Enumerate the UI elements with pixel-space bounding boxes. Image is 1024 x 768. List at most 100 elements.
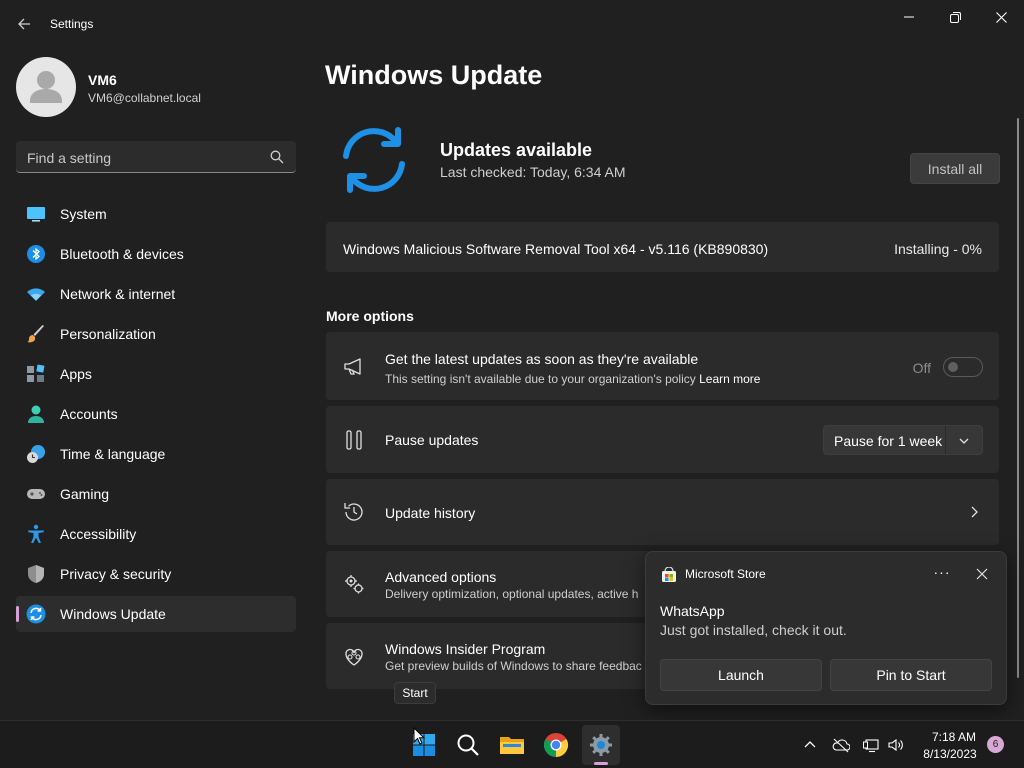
insider-program-sub: Get preview builds of Windows to share f… <box>385 659 642 673</box>
notification-badge[interactable]: 6 <box>987 736 1004 753</box>
search-taskbar-button[interactable] <box>452 729 484 761</box>
person-icon <box>30 71 62 103</box>
pause-updates-title: Pause updates <box>385 432 479 448</box>
gear-icon <box>590 734 612 756</box>
search-icon <box>457 734 479 756</box>
sidebar-item-personalization[interactable]: Personalization <box>16 316 296 352</box>
chevron-up-icon[interactable] <box>801 737 819 753</box>
toast-notification: Microsoft Store ··· WhatsApp Just got in… <box>645 551 1007 705</box>
onedrive-offline-icon[interactable] <box>832 737 850 753</box>
toggle-state-label: Off <box>912 360 931 376</box>
install-all-button[interactable]: Install all <box>910 153 1000 184</box>
toast-title: WhatsApp <box>660 603 725 619</box>
search-input[interactable]: Find a setting <box>16 141 296 173</box>
sidebar-item-label: Privacy & security <box>60 566 172 582</box>
insider-hearts-icon <box>345 648 363 666</box>
volume-icon[interactable] <box>887 737 905 753</box>
start-tooltip: Start <box>394 682 436 704</box>
user-name: VM6 <box>88 72 117 88</box>
sidebar-item-privacy[interactable]: Privacy & security <box>16 556 296 592</box>
clock-globe-icon <box>27 445 45 463</box>
clock-date[interactable]: 8/13/2023 <box>918 747 982 761</box>
network-wired-icon[interactable] <box>863 737 881 753</box>
toggle-knob <box>948 362 958 372</box>
toast-more-button[interactable]: ··· <box>930 564 954 584</box>
title-bar: Settings <box>0 0 1024 48</box>
accounts-icon <box>28 405 44 423</box>
taskbar: 7:18 AM 8/13/2023 6 <box>0 720 1024 768</box>
sidebar-item-label: Windows Update <box>60 606 166 622</box>
active-indicator <box>16 606 19 622</box>
advanced-options-sub: Delivery optimization, optional updates,… <box>385 587 639 601</box>
sidebar-item-time-language[interactable]: Time & language <box>16 436 296 472</box>
select-divider <box>945 426 946 454</box>
update-history-title: Update history <box>385 505 476 521</box>
settings-taskbar-button[interactable] <box>585 729 617 761</box>
bluetooth-icon <box>27 245 45 263</box>
gears-icon <box>345 575 364 594</box>
sidebar-item-bluetooth[interactable]: Bluetooth & devices <box>16 236 296 272</box>
microsoft-store-icon <box>662 567 676 582</box>
sidebar-item-system[interactable]: System <box>16 196 296 232</box>
sidebar-item-label: Accounts <box>60 406 118 422</box>
update-item-row: Windows Malicious Software Removal Tool … <box>326 222 999 272</box>
sidebar-item-label: System <box>60 206 107 222</box>
chrome-button[interactable] <box>540 729 572 761</box>
back-arrow-icon <box>18 18 30 30</box>
update-name: Windows Malicious Software Removal Tool … <box>343 241 769 257</box>
close-icon <box>976 568 988 580</box>
latest-updates-toggle[interactable] <box>943 357 983 377</box>
pause-duration-select[interactable]: Pause for 1 week <box>823 425 983 455</box>
update-progress-status: Installing - 0% <box>894 241 982 257</box>
pause-icon <box>346 430 362 450</box>
megaphone-icon <box>344 358 361 375</box>
file-explorer-button[interactable] <box>496 729 528 761</box>
toast-message: Just got installed, check it out. <box>660 622 847 638</box>
sidebar-item-accessibility[interactable]: Accessibility <box>16 516 296 552</box>
sidebar-item-apps[interactable]: Apps <box>16 356 296 392</box>
accessibility-icon <box>28 524 44 543</box>
window-title: Settings <box>50 17 94 31</box>
restore-icon <box>949 11 961 23</box>
update-sync-icon <box>343 127 405 193</box>
pin-to-start-button[interactable]: Pin to Start <box>830 659 992 691</box>
user-email: VM6@collabnet.local <box>88 91 201 105</box>
sidebar-item-label: Gaming <box>60 486 110 502</box>
sidebar-item-accounts[interactable]: Accounts <box>16 396 296 432</box>
last-checked-text: Last checked: Today, 6:34 AM <box>440 164 626 180</box>
clock-time[interactable]: 7:18 AM <box>926 730 982 744</box>
search-placeholder: Find a setting <box>27 150 112 166</box>
sidebar-item-label: Time & language <box>60 446 166 462</box>
maximize-button[interactable] <box>932 4 978 30</box>
scrollbar[interactable] <box>1017 118 1019 678</box>
advanced-options-title: Advanced options <box>385 569 497 585</box>
sync-icon <box>26 604 46 624</box>
chevron-right-icon <box>971 506 978 518</box>
learn-more-link[interactable]: Learn more <box>699 372 760 386</box>
shield-icon <box>28 565 44 583</box>
insider-program-title: Windows Insider Program <box>385 641 546 657</box>
sidebar-item-network[interactable]: Network & internet <box>16 276 296 312</box>
avatar[interactable] <box>16 57 76 117</box>
sidebar-item-windows-update[interactable]: Windows Update <box>16 596 296 632</box>
minimize-icon <box>904 16 914 18</box>
toast-close-button[interactable] <box>972 564 992 584</box>
page-title: Windows Update <box>325 60 543 90</box>
pause-updates-card: Pause updates Pause for 1 week <box>326 406 999 473</box>
launch-button[interactable]: Launch <box>660 659 822 691</box>
latest-updates-sub: This setting isn't available due to your… <box>385 372 760 386</box>
gamepad-icon <box>27 489 45 499</box>
toast-app-name: Microsoft Store <box>685 567 766 581</box>
sidebar-item-label: Bluetooth & devices <box>60 246 184 262</box>
update-history-card[interactable]: Update history <box>326 479 999 545</box>
chrome-icon <box>543 733 569 757</box>
latest-updates-card: Get the latest updates as soon as they'r… <box>326 332 999 400</box>
wifi-icon <box>27 288 45 301</box>
sidebar-item-gaming[interactable]: Gaming <box>16 476 296 512</box>
back-button[interactable] <box>12 12 36 36</box>
sidebar-item-label: Apps <box>60 366 92 382</box>
close-icon <box>995 11 1007 23</box>
folder-icon <box>500 737 524 754</box>
close-button[interactable] <box>978 4 1024 30</box>
minimize-button[interactable] <box>886 4 932 30</box>
